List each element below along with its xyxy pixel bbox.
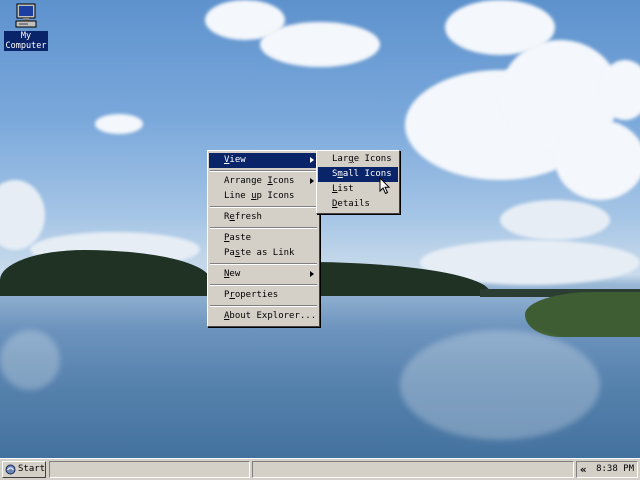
menu-item-label: Paste as Link [224,248,295,258]
system-tray: « 8:38 PM [576,461,638,478]
start-icon [5,464,16,475]
submenu-arrow-icon [310,271,314,277]
menu-item-label: About Explorer... [224,311,317,321]
menu-item-arrange-icons[interactable]: Arrange Icons [209,174,318,189]
menu-item-line-up-icons[interactable]: Line up Icons [209,189,318,204]
cloud [0,180,45,250]
tray-expand-icon[interactable]: « [580,463,587,476]
menu-item-label: View [224,155,246,165]
desktop-context-menu: View Arrange Icons Line up Icons Refresh Pas… [207,150,320,327]
submenu-arrow-icon [310,178,314,184]
cloud [260,22,380,67]
cloud [555,120,640,200]
menu-item-label: Large Icons [332,154,392,164]
submenu-arrow-icon [310,157,314,163]
menu-separator [210,263,317,265]
menu-item-label: New [224,269,241,279]
menu-item-label: Properties [224,290,279,300]
mouse-cursor-icon [379,177,391,195]
computer-icon [15,3,37,28]
menu-separator [210,206,317,208]
menu-item-properties[interactable]: Properties [209,288,318,303]
menu-separator [210,227,317,229]
desktop-icon-my-computer[interactable]: My Computer [2,3,50,51]
submenu-item-details[interactable]: Details [318,197,398,212]
menu-item-about-explorer[interactable]: About Explorer... [209,309,318,324]
menu-item-label: Details [332,199,370,209]
desktop-icon-label: My Computer [3,31,49,51]
menu-separator [210,284,317,286]
start-label: Start [18,464,46,474]
menu-item-paste[interactable]: Paste [209,231,318,246]
menu-item-label: Arrange Icons [224,176,295,186]
menu-item-label: List [332,184,354,194]
menu-item-label: Refresh [224,212,262,222]
clock[interactable]: 8:38 PM [596,464,634,474]
menu-item-refresh[interactable]: Refresh [209,210,318,225]
submenu-item-large-icons[interactable]: Large Icons [318,152,398,167]
menu-item-label: Line up Icons [224,191,295,201]
menu-separator [210,170,317,172]
cloud-reflection [0,330,60,390]
cloud [95,114,143,134]
taskbar: Start « 8:38 PM [0,458,640,480]
menu-item-paste-as-link[interactable]: Paste as Link [209,246,318,261]
quick-launch-area [49,461,250,478]
menu-item-new[interactable]: New [209,267,318,282]
reeds [525,292,640,337]
menu-item-label: Paste [224,233,252,243]
menu-separator [210,305,317,307]
task-list-area [252,461,574,478]
cloud [500,200,610,240]
desktop[interactable]: My Computer View Arrange Icons Line up Icon… [0,0,640,458]
start-button[interactable]: Start [2,461,46,478]
cloud-reflection [400,330,600,440]
menu-item-view[interactable]: View [209,153,318,168]
